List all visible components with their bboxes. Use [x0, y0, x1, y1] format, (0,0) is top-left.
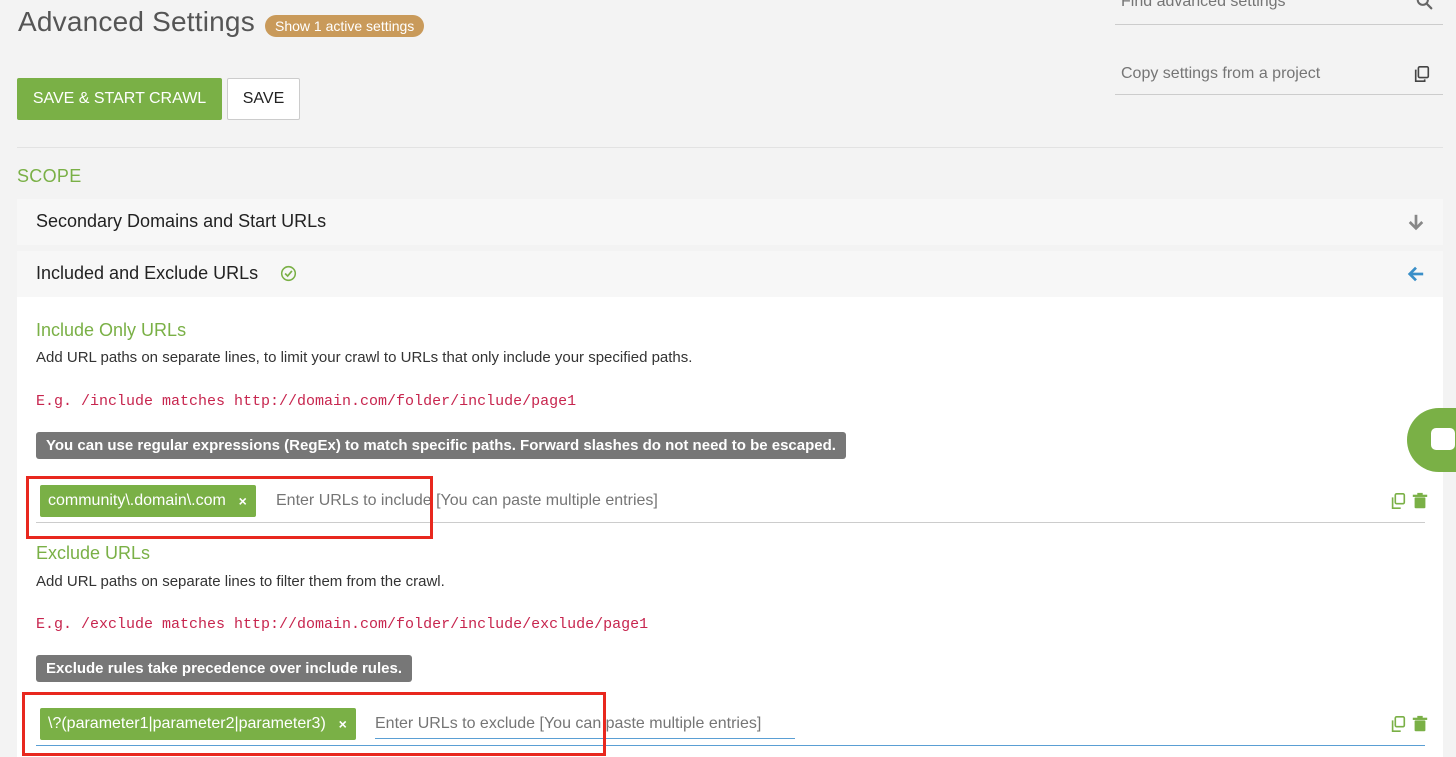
include-exclude-panel: Include Only URLs Add URL paths on separ… [17, 297, 1443, 757]
accordion-secondary-domains[interactable]: Secondary Domains and Start URLs [17, 199, 1443, 245]
trash-icon[interactable] [1411, 492, 1429, 510]
tag-text: community\.domain\.com [48, 492, 226, 509]
exclude-urls-field[interactable]: \?(parameter1|parameter2|parameter3) × [36, 702, 1428, 746]
include-example: E.g. /include matches http://domain.com/… [36, 393, 577, 410]
scope-heading: SCOPE [17, 166, 82, 186]
save-button[interactable]: SAVE [227, 78, 300, 120]
accordion-label: Included and Exclude URLs [36, 263, 259, 283]
copy-icon[interactable] [1389, 492, 1407, 510]
page-title: Advanced Settings [18, 6, 255, 37]
include-description: Add URL paths on separate lines, to limi… [36, 349, 693, 366]
check-circle-icon [280, 265, 297, 282]
tag-remove-icon[interactable]: × [239, 485, 247, 517]
active-settings-badge[interactable]: Show 1 active settings [265, 15, 425, 37]
trash-icon[interactable] [1411, 715, 1429, 733]
arrow-down-icon[interactable] [1407, 213, 1425, 231]
tag-remove-icon[interactable]: × [339, 708, 347, 740]
regex-note: You can use regular expressions (RegEx) … [36, 432, 846, 459]
copy-icon[interactable] [1413, 65, 1431, 83]
copy-settings-field [1115, 57, 1443, 95]
accordion-include-exclude[interactable]: Included and Exclude URLs [17, 251, 1443, 297]
include-urls-field[interactable]: community\.domain\.com × [36, 479, 1428, 523]
accordion-label: Secondary Domains and Start URLs [36, 211, 327, 231]
copy-icon[interactable] [1389, 715, 1407, 733]
include-url-tag: community\.domain\.com × [40, 485, 256, 517]
include-title: Include Only URLs [36, 320, 187, 340]
exclude-description: Add URL paths on separate lines to filte… [36, 573, 445, 590]
arrow-left-icon[interactable] [1407, 265, 1425, 283]
header-divider [17, 147, 1443, 148]
exclude-example: E.g. /exclude matches http://domain.com/… [36, 616, 649, 633]
exclude-url-tag: \?(parameter1|parameter2|parameter3) × [40, 708, 356, 740]
find-settings-field [1115, 0, 1443, 25]
copy-settings-input[interactable] [1121, 65, 1401, 83]
chat-icon [1431, 428, 1455, 450]
search-icon[interactable] [1416, 0, 1433, 10]
exclude-precedence-note: Exclude rules take precedence over inclu… [36, 655, 412, 682]
save-and-start-crawl-button[interactable]: SAVE & START CRAWL [17, 78, 222, 120]
tag-text: \?(parameter1|parameter2|parameter3) [48, 715, 326, 732]
exclude-url-input[interactable] [375, 715, 795, 739]
include-url-input[interactable] [276, 492, 696, 510]
exclude-title: Exclude URLs [36, 543, 151, 563]
find-settings-input[interactable] [1121, 0, 1401, 11]
